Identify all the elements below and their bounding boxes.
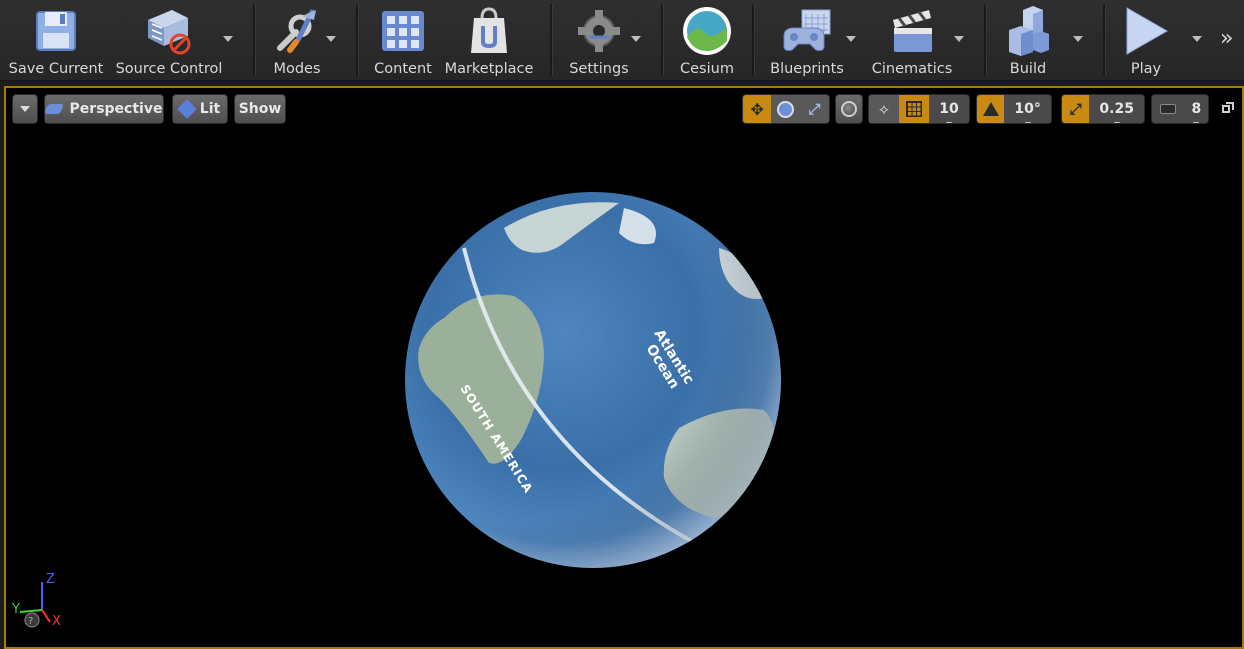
rotate-mode-button[interactable] bbox=[771, 95, 800, 123]
axis-gizmo: ? Z Y X bbox=[10, 572, 70, 632]
maximize-viewport-button[interactable] bbox=[1222, 102, 1235, 115]
modes-label: Modes bbox=[273, 61, 321, 77]
content-label: Content bbox=[374, 61, 432, 77]
lit-cube-icon bbox=[176, 99, 197, 119]
svg-text:?: ? bbox=[28, 616, 33, 627]
settings-dropdown-icon[interactable] bbox=[631, 36, 641, 42]
perspective-camera-icon bbox=[43, 104, 64, 114]
modes-dropdown-icon[interactable] bbox=[326, 36, 336, 42]
camera-speed-value: 8 bbox=[1192, 101, 1201, 123]
y-axis-label: Y bbox=[12, 602, 20, 617]
cinematics-button[interactable]: Cinematics bbox=[870, 0, 954, 80]
viewport-options-button[interactable] bbox=[12, 94, 38, 124]
scale-snap-value: 0.25 bbox=[1099, 101, 1134, 123]
scale-snap-toggle[interactable]: ⤢ bbox=[1062, 95, 1090, 123]
build-blocks-icon bbox=[1001, 4, 1055, 58]
scale-snap-group: ⤢ 0.25 bbox=[1061, 94, 1145, 124]
save-current-button[interactable]: Save Current bbox=[8, 0, 104, 80]
translate-mode-button[interactable]: ✥ bbox=[743, 95, 772, 123]
z-axis-label: Z bbox=[46, 572, 55, 587]
scale-arrows-icon: ⤢ bbox=[808, 100, 821, 118]
transform-mode-group: ✥ ⤢ bbox=[742, 94, 830, 124]
build-dropdown-icon[interactable] bbox=[1073, 36, 1083, 42]
save-icon bbox=[29, 4, 83, 58]
build-label: Build bbox=[1009, 61, 1047, 77]
grid-snap-value: 10 bbox=[939, 101, 959, 123]
toolbar-separator bbox=[661, 4, 664, 76]
grid-snap-toggle[interactable] bbox=[899, 95, 929, 123]
blueprints-gamepad-icon bbox=[780, 4, 834, 58]
scale-snap-value-dropdown[interactable]: 0.25 bbox=[1089, 95, 1144, 123]
toolbar-separator bbox=[984, 4, 987, 76]
marketplace-button[interactable]: Marketplace bbox=[444, 0, 534, 80]
earth-globe[interactable]: Atlantic Ocean SOUTH AMERICA bbox=[404, 188, 784, 576]
settings-label: Settings bbox=[569, 61, 629, 77]
scale-diagonal-icon: ⤢ bbox=[1069, 100, 1082, 118]
blueprints-dropdown-icon[interactable] bbox=[846, 36, 856, 42]
settings-gear-icon bbox=[572, 4, 626, 58]
rotate-sphere-icon bbox=[777, 100, 795, 118]
toolbar-separator bbox=[550, 4, 553, 76]
toolbar-separator bbox=[752, 4, 755, 76]
main-toolbar: Save Current Source Control Modes Conten… bbox=[0, 0, 1244, 81]
play-button[interactable]: Play bbox=[1118, 0, 1174, 80]
camera-speed-icon-cell bbox=[1152, 95, 1185, 123]
surface-snap-button[interactable]: ⟡ bbox=[869, 95, 899, 123]
play-label: Play bbox=[1130, 61, 1162, 77]
toolbar-separator bbox=[253, 4, 256, 76]
marketplace-label: Marketplace bbox=[444, 61, 534, 77]
chevron-down-icon bbox=[20, 106, 30, 112]
cesium-button[interactable]: Cesium bbox=[676, 0, 738, 80]
rotation-snap-toggle[interactable] bbox=[977, 95, 1005, 123]
angle-triangle-icon bbox=[982, 102, 999, 116]
camera-speed-group[interactable]: 8 bbox=[1151, 94, 1209, 124]
globe-icon bbox=[841, 101, 857, 117]
camera-icon bbox=[1160, 104, 1177, 114]
show-label: Show bbox=[238, 101, 282, 117]
move-arrows-icon: ✥ bbox=[750, 99, 764, 119]
rotation-snap-value-dropdown[interactable]: 10° bbox=[1004, 95, 1051, 123]
cinematics-clapper-icon bbox=[885, 4, 939, 58]
camera-speed-value-dropdown[interactable]: 8 bbox=[1185, 95, 1208, 123]
source-control-dropdown-icon[interactable] bbox=[223, 36, 233, 42]
perspective-button[interactable]: Perspective bbox=[43, 94, 164, 124]
level-viewport[interactable]: Perspective Lit Show ✥ ⤢ ⟡ 10 10° ⤢ 0.25… bbox=[4, 86, 1244, 649]
cesium-label: Cesium bbox=[680, 61, 734, 77]
perspective-label: Perspective bbox=[69, 101, 163, 117]
cinematics-dropdown-icon[interactable] bbox=[954, 36, 964, 42]
modes-tools-icon bbox=[270, 4, 324, 58]
grid-snap-value-dropdown[interactable]: 10 bbox=[929, 95, 969, 123]
modes-button[interactable]: Modes bbox=[264, 0, 330, 80]
play-dropdown-icon[interactable] bbox=[1192, 36, 1202, 42]
world-local-toggle-button[interactable] bbox=[835, 94, 863, 124]
save-current-label: Save Current bbox=[8, 61, 104, 77]
source-control-label: Source Control bbox=[115, 61, 223, 77]
grid-snap-group: ⟡ 10 bbox=[868, 94, 970, 124]
settings-button[interactable]: Settings bbox=[566, 0, 632, 80]
toolbar-separator bbox=[356, 4, 359, 76]
maximize-icon-back bbox=[1226, 102, 1234, 110]
lit-label: Lit bbox=[199, 101, 221, 117]
cinematics-label: Cinematics bbox=[871, 61, 953, 77]
toolbar-separator bbox=[1103, 4, 1106, 76]
rotation-snap-group: 10° bbox=[976, 94, 1052, 124]
surface-snap-icon: ⟡ bbox=[879, 100, 889, 118]
source-control-button[interactable]: Source Control bbox=[114, 0, 224, 80]
scale-mode-button[interactable]: ⤢ bbox=[799, 95, 829, 123]
show-button[interactable]: Show bbox=[234, 94, 286, 124]
cesium-logo-icon bbox=[680, 4, 734, 58]
toolbar-overflow-chevron-icon[interactable]: » bbox=[1220, 26, 1233, 51]
rotation-snap-value: 10° bbox=[1014, 101, 1041, 123]
marketplace-bag-icon bbox=[462, 4, 516, 58]
build-button[interactable]: Build bbox=[1000, 0, 1056, 80]
lit-button[interactable]: Lit bbox=[172, 94, 228, 124]
content-button[interactable]: Content bbox=[372, 0, 434, 80]
blueprints-button[interactable]: Blueprints bbox=[768, 0, 846, 80]
play-triangle-icon bbox=[1119, 4, 1173, 58]
grid-icon bbox=[906, 101, 922, 117]
blueprints-label: Blueprints bbox=[770, 61, 844, 77]
x-axis-label: X bbox=[52, 614, 61, 629]
source-control-icon bbox=[142, 4, 196, 58]
content-grid-icon bbox=[376, 4, 430, 58]
